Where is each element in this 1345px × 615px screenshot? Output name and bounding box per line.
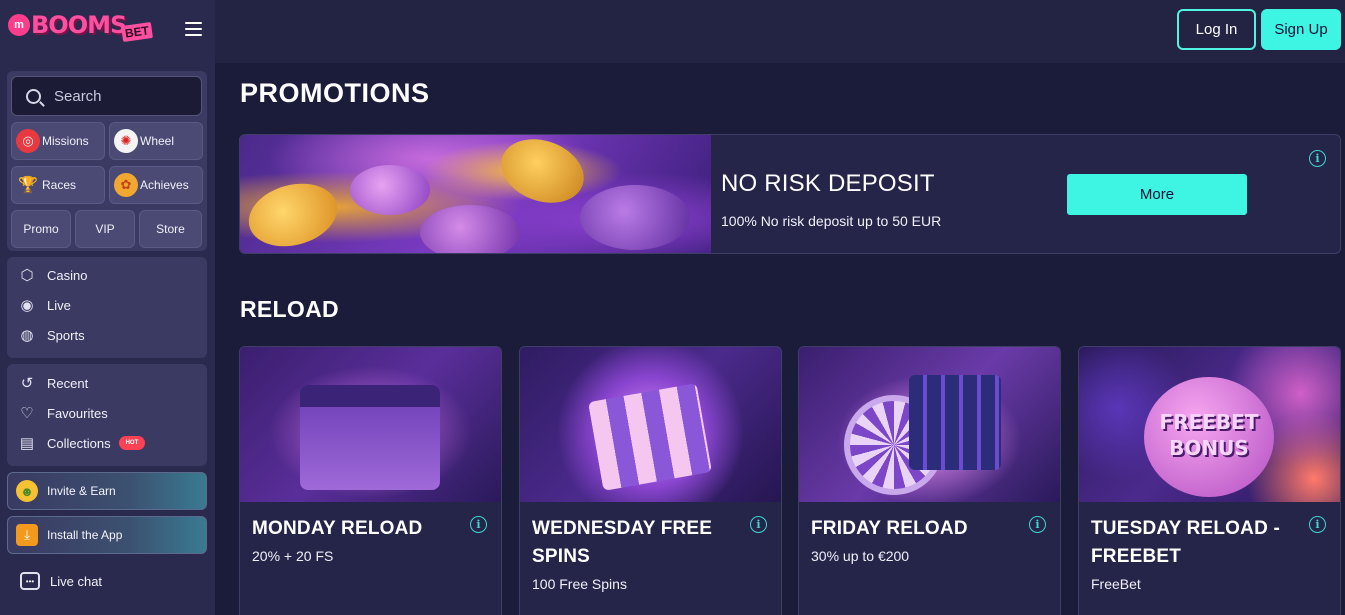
- logo-wordmark-suffix: BET: [121, 21, 154, 43]
- sidebar-item-label: Live: [47, 297, 71, 313]
- sidebar-item-label: Collections: [47, 435, 111, 451]
- sidebar-quick-panel: ◎ Missions ✺ Wheel 🏆 Races ✿ Achieves Pr…: [7, 71, 207, 251]
- more-button[interactable]: More: [1067, 174, 1247, 215]
- no-risk-deposit-banner: NO RISK DEPOSIT 100% No risk deposit up …: [239, 134, 1341, 254]
- races-label: Races: [42, 178, 77, 192]
- card-subtitle: FreeBet: [1091, 576, 1141, 592]
- roulette-calendar-image: [799, 347, 1060, 502]
- card-title: TUESDAY RELOAD - FREEBET: [1091, 518, 1281, 567]
- promo-card-monday-reload[interactable]: MONDAY RELOAD 20% + 20 FS i: [239, 346, 502, 615]
- promo-label: Promo: [23, 222, 59, 236]
- races-button[interactable]: 🏆 Races: [11, 166, 105, 204]
- search-box[interactable]: [11, 76, 202, 116]
- trophy-icon: 🏆: [18, 177, 38, 194]
- sidebar-item-live[interactable]: ◉ Live: [17, 295, 71, 315]
- promo-card-tuesday-reload-freebet[interactable]: FREEBET BONUS TUESDAY RELOAD - FREEBET F…: [1078, 346, 1341, 615]
- coins-banner-image: [240, 135, 711, 253]
- money-face-icon: ☻: [16, 480, 38, 502]
- vip-label: VIP: [95, 222, 115, 236]
- live-icon: ◉: [20, 297, 34, 314]
- sidebar-nav-personal: ↺ Recent ♡ Favourites ▤ Collections HOT: [7, 364, 207, 466]
- promo-card-wednesday-free-spins[interactable]: WEDNESDAY FREE SPINS 100 Free Spins i: [519, 346, 782, 615]
- calendar-spins-image: [520, 347, 781, 502]
- sidebar-item-label: Casino: [47, 267, 88, 283]
- invite-earn-label: Invite & Earn: [47, 484, 116, 498]
- card-title: MONDAY RELOAD: [252, 518, 423, 539]
- promotions-heading: PROMOTIONS: [240, 78, 430, 108]
- info-icon[interactable]: i: [1029, 516, 1046, 533]
- missions-button[interactable]: ◎ Missions: [11, 122, 105, 160]
- hot-badge: HOT: [118, 436, 146, 450]
- search-icon: [26, 88, 41, 104]
- card-subtitle: 30% up to €200: [811, 548, 910, 564]
- card-subtitle: 20% + 20 FS: [252, 548, 334, 564]
- store-label: Store: [156, 222, 185, 236]
- sidebar-header: m BOOMS BET: [0, 0, 215, 63]
- info-icon[interactable]: i: [1309, 150, 1326, 167]
- calendar-image: [240, 347, 501, 502]
- promo-card-friday-reload[interactable]: FRIDAY RELOAD 30% up to €200 i: [798, 346, 1061, 615]
- heart-icon: ♡: [20, 405, 34, 422]
- vip-button[interactable]: VIP: [75, 210, 135, 248]
- cube-icon: ⬡: [20, 267, 34, 284]
- freebet-bonus-text: FREEBET BONUS: [1159, 410, 1259, 460]
- sidebar-item-recent[interactable]: ↺ Recent: [17, 373, 89, 393]
- info-icon[interactable]: i: [470, 516, 487, 533]
- reload-heading: RELOAD: [240, 296, 339, 322]
- search-input[interactable]: [54, 87, 184, 105]
- sidebar: m BOOMS BET ◎ Missions ✺ Wheel 🏆 Races ✿…: [0, 0, 215, 615]
- login-button[interactable]: Log In: [1177, 9, 1256, 50]
- collections-icon: ▤: [19, 435, 35, 452]
- ball-icon: ◍: [20, 327, 34, 344]
- sidebar-item-label: Recent: [47, 375, 89, 391]
- history-icon: ↺: [20, 375, 34, 392]
- missions-label: Missions: [42, 134, 89, 148]
- sidebar-item-sports[interactable]: ◍ Sports: [17, 325, 85, 345]
- wheel-button[interactable]: ✺ Wheel: [109, 122, 203, 160]
- wheel-label: Wheel: [140, 134, 175, 148]
- sidebar-item-label: Favourites: [47, 405, 108, 421]
- card-title: FRIDAY RELOAD: [811, 518, 968, 539]
- logo-wordmark: BOOMS: [31, 11, 127, 39]
- info-icon[interactable]: i: [750, 516, 767, 533]
- sidebar-item-label: Sports: [47, 327, 85, 343]
- download-icon: ⤓: [16, 524, 38, 546]
- promo-button[interactable]: Promo: [11, 210, 71, 248]
- logo-mascot-icon: m: [8, 14, 30, 36]
- install-app-label: Install the App: [47, 528, 123, 542]
- sidebar-item-collections[interactable]: ▤ Collections HOT: [17, 433, 146, 453]
- invite-earn-button[interactable]: ☻ Invite & Earn: [7, 472, 207, 510]
- menu-toggle-icon[interactable]: [185, 22, 202, 36]
- achieves-label: Achieves: [140, 178, 189, 192]
- achieves-button[interactable]: ✿ Achieves: [109, 166, 203, 204]
- medal-icon: ✿: [114, 173, 138, 197]
- target-icon: ◎: [16, 129, 40, 153]
- live-chat-label: Live chat: [50, 573, 103, 589]
- sidebar-nav-main: ⬡ Casino ◉ Live ◍ Sports: [7, 257, 207, 358]
- card-subtitle: 100 Free Spins: [532, 576, 627, 592]
- info-icon[interactable]: i: [1309, 516, 1326, 533]
- banner-description: 100% No risk deposit up to 50 EUR: [721, 213, 942, 229]
- signup-button[interactable]: Sign Up: [1261, 9, 1341, 50]
- live-chat-button[interactable]: ••• Live chat: [20, 572, 102, 590]
- brand-logo[interactable]: m BOOMS BET: [8, 10, 154, 43]
- top-header: Log In Sign Up: [215, 0, 1345, 63]
- freebet-bonus-image: FREEBET BONUS: [1079, 347, 1340, 502]
- sidebar-item-casino[interactable]: ⬡ Casino: [17, 265, 87, 285]
- card-title: WEDNESDAY FREE SPINS: [532, 518, 713, 567]
- banner-title: NO RISK DEPOSIT: [721, 170, 935, 197]
- install-app-button[interactable]: ⤓ Install the App: [7, 516, 207, 554]
- sidebar-item-favourites[interactable]: ♡ Favourites: [17, 403, 108, 423]
- wheel-icon: ✺: [114, 129, 138, 153]
- store-button[interactable]: Store: [139, 210, 202, 248]
- chat-icon: •••: [20, 572, 40, 590]
